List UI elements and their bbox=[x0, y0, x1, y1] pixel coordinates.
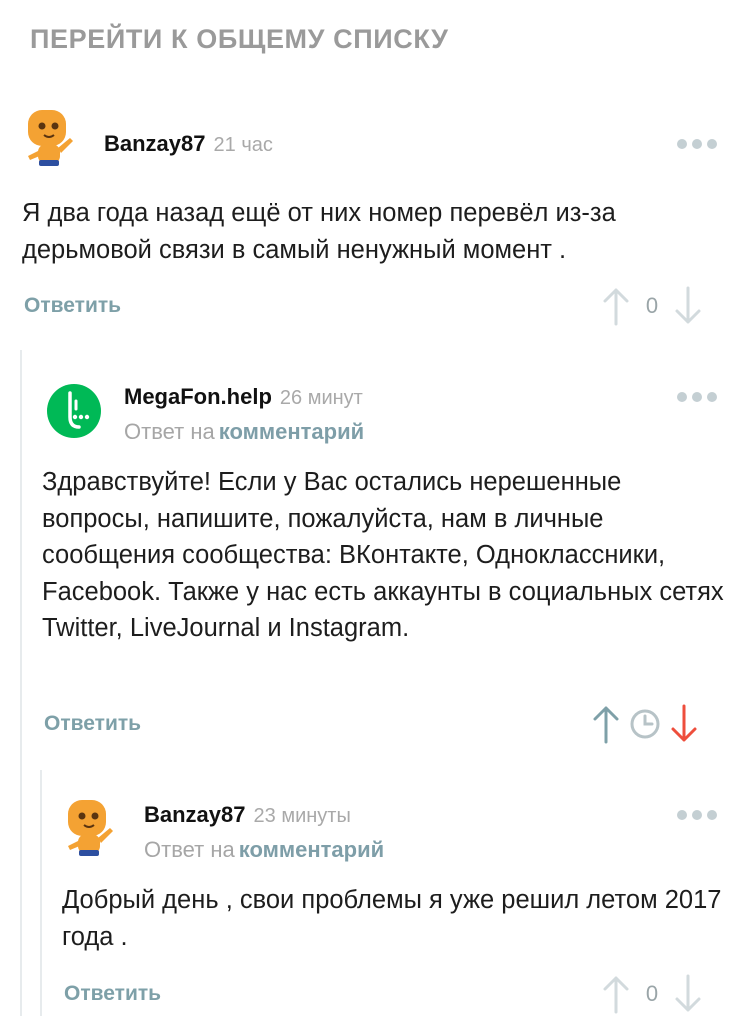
reply-to-label: Ответ на комментарий bbox=[144, 837, 384, 863]
rating-count: 0 bbox=[645, 981, 659, 1006]
vote-controls bbox=[590, 704, 700, 744]
more-options-icon[interactable] bbox=[677, 810, 717, 820]
comment-text: Здравствуйте! Если у Вас остались нереше… bbox=[42, 468, 724, 642]
vote-controls: 0 bbox=[600, 974, 704, 1014]
comment-meta: Banzay87 21 час bbox=[104, 131, 273, 157]
back-to-list-link[interactable]: ПЕРЕЙТИ К ОБЩЕМУ СПИСКУ bbox=[30, 24, 449, 55]
vote-controls: 0 bbox=[600, 286, 704, 326]
downvote-icon[interactable] bbox=[672, 974, 704, 1014]
reply-button[interactable]: Ответить bbox=[44, 712, 141, 736]
upvote-icon[interactable] bbox=[600, 286, 632, 326]
reply-to-link[interactable]: комментарий bbox=[219, 419, 364, 444]
avatar-banzay87[interactable] bbox=[22, 108, 86, 172]
comment-text: Я два года назад ещё от них номер перевё… bbox=[22, 199, 616, 264]
more-options-icon[interactable] bbox=[677, 139, 717, 149]
rating-count: 0 bbox=[645, 293, 659, 318]
upvote-icon[interactable] bbox=[600, 974, 632, 1014]
avatar-megafon[interactable] bbox=[46, 383, 102, 439]
thread-line bbox=[20, 350, 22, 1016]
reply-button[interactable]: Ответить bbox=[24, 294, 121, 318]
comment-time: 26 минут bbox=[279, 387, 363, 409]
avatar-banzay87[interactable] bbox=[62, 798, 126, 862]
comment-time: 23 минуты bbox=[253, 805, 351, 827]
downvote-icon[interactable] bbox=[672, 286, 704, 326]
reply-to-label: Ответ на комментарий bbox=[124, 419, 364, 445]
comment-time: 21 час bbox=[213, 134, 273, 156]
comment-meta: MegaFon.help 26 минут bbox=[124, 384, 363, 410]
author-name[interactable]: Banzay87 bbox=[104, 131, 206, 156]
reply-to-link[interactable]: комментарий bbox=[239, 837, 384, 862]
clock-icon bbox=[630, 709, 660, 739]
upvote-icon[interactable] bbox=[590, 704, 622, 744]
thread-line bbox=[40, 770, 42, 1016]
comment-meta: Banzay87 23 минуты bbox=[144, 802, 351, 828]
author-name[interactable]: MegaFon.help bbox=[124, 384, 272, 409]
author-name[interactable]: Banzay87 bbox=[144, 802, 246, 827]
reply-to-prefix: Ответ на bbox=[124, 419, 215, 444]
comment-text: Добрый день , свои проблемы я уже решил … bbox=[62, 886, 722, 951]
reply-to-prefix: Ответ на bbox=[144, 837, 235, 862]
downvote-icon[interactable] bbox=[668, 704, 700, 744]
more-options-icon[interactable] bbox=[677, 392, 717, 402]
reply-button[interactable]: Ответить bbox=[64, 982, 161, 1006]
